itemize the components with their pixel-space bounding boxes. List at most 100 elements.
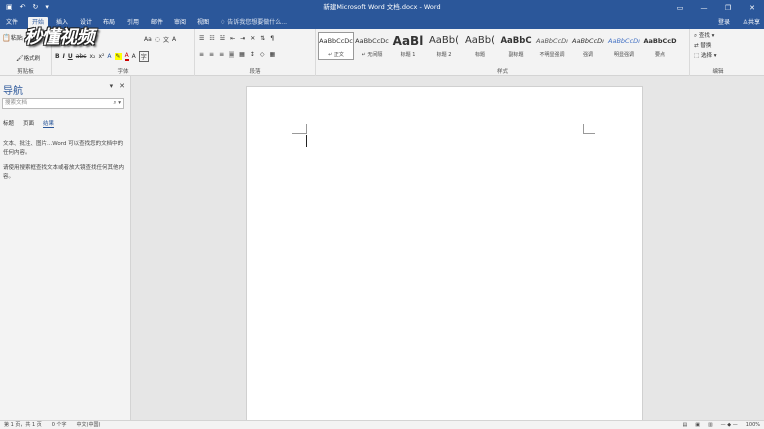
numbering-icon[interactable]: ☷ — [209, 35, 214, 42]
show-marks-icon[interactable]: ¶ — [270, 35, 274, 42]
style-preview: AaBl — [392, 34, 424, 48]
superscript-button[interactable]: x² — [98, 53, 104, 60]
borders-icon[interactable]: ▦ — [269, 51, 275, 58]
close-button[interactable]: ✕ — [740, 0, 764, 15]
format-painter-row: 🖌格式刷 — [16, 54, 40, 62]
align-left-icon[interactable]: ≡ — [199, 51, 204, 58]
window-title: 新建Microsoft Word 文档.docx - Word — [323, 3, 441, 11]
select-icon: ⬚ — [694, 53, 701, 59]
print-layout-icon[interactable]: ▣ — [695, 421, 700, 429]
highlight-icon[interactable]: ✎ — [114, 53, 122, 60]
style-no-spacing[interactable]: AaBbCcDc ↵ 无间隔 — [354, 32, 390, 60]
nav-search-input[interactable]: 搜索文档 ⌕ ▾ — [2, 98, 124, 109]
page-count[interactable]: 第 1 页，共 1 页 — [4, 421, 42, 429]
style-name: 不明显强调 — [539, 52, 565, 58]
multilevel-list-icon[interactable]: ☱ — [220, 35, 225, 42]
enclose-char-icon[interactable]: 字 — [138, 51, 149, 62]
nav-tab-headings[interactable]: 标题 — [3, 119, 14, 128]
decrease-indent-icon[interactable]: ⇤ — [230, 35, 235, 42]
search-icon[interactable]: ⌕ ▾ — [113, 99, 121, 108]
replace-button[interactable]: ⇄ 替换 — [694, 41, 744, 51]
read-mode-icon[interactable]: ▤ — [682, 421, 687, 429]
bullets-icon[interactable]: ☰ — [199, 35, 204, 42]
align-center-icon[interactable]: ≡ — [209, 51, 214, 58]
tab-review[interactable]: 审阅 — [170, 17, 190, 29]
tab-view[interactable]: 视图 — [193, 17, 213, 29]
style-preview: AaBb( — [428, 35, 460, 46]
style-intense-emphasis[interactable]: AaBbCcDı 明显强调 — [606, 32, 642, 60]
tab-mailings[interactable]: 邮件 — [147, 17, 167, 29]
list-row: ☰ ☷ ☱ ⇤ ⇥ ✕ ⇅ ¶ — [199, 35, 274, 42]
font-color-button[interactable]: A — [124, 52, 129, 61]
select-button[interactable]: ⬚ 选择 ▾ — [694, 51, 744, 61]
style-name: 要点 — [654, 52, 665, 58]
style-heading2[interactable]: AaBb(标题 2 — [426, 32, 462, 60]
text-effect-icon[interactable]: A — [107, 53, 111, 60]
style-subtitle[interactable]: AaBbC 副标题 — [498, 32, 534, 60]
strikethrough-button[interactable]: abc — [76, 53, 87, 60]
status-right: ▤ ▣ ▥ — ◆ — 100% — [682, 421, 760, 429]
editing-buttons: ⌕ 查找 ▾ ⇄ 替换 ⬚ 选择 ▾ — [694, 31, 744, 61]
login-link[interactable]: 登录 — [718, 17, 730, 28]
style-emphasis[interactable]: AaBbCcDı 强调 — [570, 32, 606, 60]
font-format-row: B I U abc x₂ x² A ✎ A A 字 — [55, 51, 149, 62]
distributed-icon[interactable]: ▦ — [239, 51, 245, 58]
style-strong[interactable]: AaBbCcD 要点 — [642, 32, 678, 60]
tell-me-box[interactable]: ♢ 告诉我您想要做什么... — [220, 17, 287, 28]
tab-references[interactable]: 引用 — [123, 17, 143, 29]
document-page[interactable] — [246, 86, 643, 422]
clear-format-icon[interactable]: ◌ — [155, 36, 160, 43]
shading-icon[interactable]: ◇ — [260, 51, 265, 58]
border-char-icon[interactable]: A — [172, 36, 176, 43]
window-controls: ▭ — ❐ ✕ — [668, 0, 764, 15]
char-shading-icon[interactable]: A — [132, 53, 136, 60]
bold-button[interactable]: B — [55, 53, 60, 60]
chevron-down-icon[interactable]: ▾ — [110, 82, 114, 90]
line-spacing-icon[interactable]: ↕ — [250, 51, 255, 58]
phonetic-icon[interactable]: 文 — [163, 35, 169, 44]
tab-layout[interactable]: 布局 — [99, 17, 119, 29]
sort-icon[interactable]: ⇅ — [260, 35, 265, 42]
format-painter-label: 格式刷 — [23, 56, 41, 62]
underline-button[interactable]: U — [68, 53, 73, 60]
style-heading1[interactable]: AaBl 标题 1 — [390, 32, 426, 60]
increase-indent-icon[interactable]: ⇥ — [240, 35, 245, 42]
style-preview: AaBbC — [500, 36, 532, 46]
zoom-level[interactable]: 100% — [746, 421, 760, 429]
zoom-slider[interactable]: — ◆ — — [721, 421, 738, 429]
style-preview: AaBbCcDc — [319, 37, 353, 45]
minimize-button[interactable]: — — [692, 0, 716, 15]
restore-button[interactable]: ❐ — [716, 0, 740, 15]
nav-tab-results[interactable]: 结果 — [43, 119, 55, 128]
chinese-layout-icon[interactable]: ✕ — [250, 35, 255, 42]
status-bar: 第 1 页，共 1 页 0 个字 中文(中国) ▤ ▣ ▥ — ◆ — 100% — [0, 420, 764, 429]
italic-button[interactable]: I — [63, 53, 65, 60]
tab-file[interactable]: 文件 — [2, 17, 22, 29]
subscript-button[interactable]: x₂ — [89, 53, 95, 60]
nav-controls: ▾ ✕ — [110, 82, 125, 90]
style-preview: AaBb( — [464, 35, 496, 46]
ribbon-display-icon[interactable]: ▭ — [668, 0, 692, 15]
document-area[interactable] — [132, 76, 764, 422]
style-subtle-emphasis[interactable]: AaBbCcDı 不明显强调 — [534, 32, 570, 60]
close-icon[interactable]: ✕ — [119, 82, 125, 90]
text-cursor — [306, 135, 307, 147]
language-indicator[interactable]: 中文(中国) — [77, 421, 101, 429]
word-count[interactable]: 0 个字 — [52, 421, 67, 429]
find-button[interactable]: ⌕ 查找 ▾ — [694, 31, 744, 41]
styles-gallery: AaBbCcDc ↵ 正文 AaBbCcDc ↵ 无间隔 AaBl 标题 1 AaBb… — [318, 32, 682, 62]
nav-tab-pages[interactable]: 页面 — [23, 119, 34, 128]
share-button[interactable]: ♙共享 — [743, 17, 760, 28]
share-label: 共享 — [747, 19, 760, 26]
web-layout-icon[interactable]: ▥ — [708, 421, 713, 429]
brush-icon: 🖌 — [16, 55, 24, 62]
format-painter-button[interactable]: 🖌格式刷 — [16, 54, 40, 62]
clipboard-group-label: 剪贴板 — [17, 69, 34, 75]
paste-button[interactable]: 📋粘贴 — [2, 33, 23, 42]
justify-icon[interactable]: ≡ — [229, 51, 235, 58]
style-normal[interactable]: AaBbCcDc ↵ 正文 — [318, 32, 354, 60]
change-case-button[interactable]: Aa — [144, 36, 152, 43]
style-title[interactable]: AaBb(标题 — [462, 32, 498, 60]
align-right-icon[interactable]: ≡ — [219, 51, 224, 58]
style-preview: AaBbCcDc — [355, 37, 389, 45]
